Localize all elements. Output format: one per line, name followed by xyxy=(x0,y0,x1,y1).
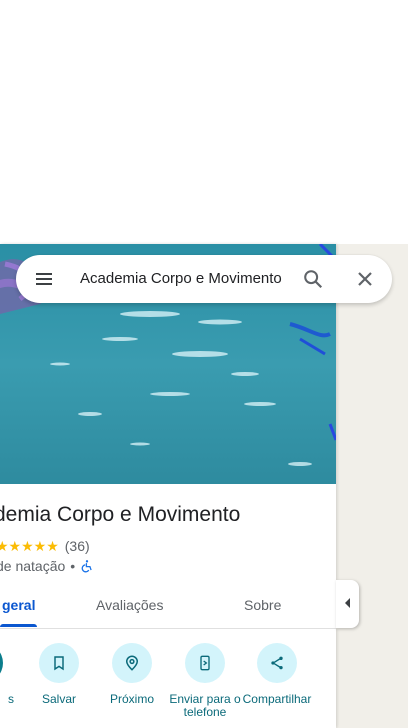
nearby-button[interactable]: Próximo xyxy=(95,643,169,706)
send-to-phone-label: Enviar para o telefone xyxy=(169,692,241,719)
review-count[interactable]: (36) xyxy=(65,538,90,554)
send-to-phone-icon xyxy=(185,643,225,683)
active-tab-indicator xyxy=(0,624,37,627)
tab-overview[interactable]: geral xyxy=(2,586,35,628)
search-box[interactable]: Academia Corpo e Movimento xyxy=(16,255,392,303)
place-category[interactable]: de natação xyxy=(0,558,65,574)
search-input[interactable]: Academia Corpo e Movimento xyxy=(80,255,282,303)
separator: • xyxy=(70,558,76,574)
tab-about[interactable]: Sobre xyxy=(244,586,281,628)
directions-label: s xyxy=(8,692,14,706)
save-button[interactable]: Salvar xyxy=(22,643,96,706)
share-icon xyxy=(257,643,297,683)
share-button[interactable]: Compartilhar xyxy=(240,643,314,706)
place-title: demia Corpo e Movimento xyxy=(0,503,241,526)
send-to-phone-button[interactable]: Enviar para o telefone xyxy=(168,643,242,719)
place-tabs: geral Avaliações Sobre xyxy=(0,586,336,629)
wheelchair-icon[interactable] xyxy=(80,559,94,573)
category-row: de natação • xyxy=(0,557,94,575)
share-label: Compartilhar xyxy=(242,692,312,706)
rating-row[interactable]: ★★★★★ (36) xyxy=(0,537,90,555)
directions-icon xyxy=(0,643,3,683)
nearby-label: Próximo xyxy=(109,692,154,706)
map-area[interactable] xyxy=(336,244,408,728)
menu-icon[interactable] xyxy=(32,267,56,291)
collapse-panel-button[interactable] xyxy=(336,580,359,628)
collapse-panel-icon xyxy=(344,595,352,613)
nearby-icon xyxy=(112,643,152,683)
tab-reviews[interactable]: Avaliações xyxy=(96,586,163,628)
bookmark-icon xyxy=(39,643,79,683)
star-rating: ★★★★★ xyxy=(0,537,59,554)
search-icon[interactable] xyxy=(302,268,324,290)
place-panel: demia Corpo e Movimento ★★★★★ (36) de na… xyxy=(0,244,336,728)
close-icon[interactable] xyxy=(353,267,377,291)
save-label: Salvar xyxy=(41,692,76,706)
directions-button[interactable]: s xyxy=(0,643,20,706)
